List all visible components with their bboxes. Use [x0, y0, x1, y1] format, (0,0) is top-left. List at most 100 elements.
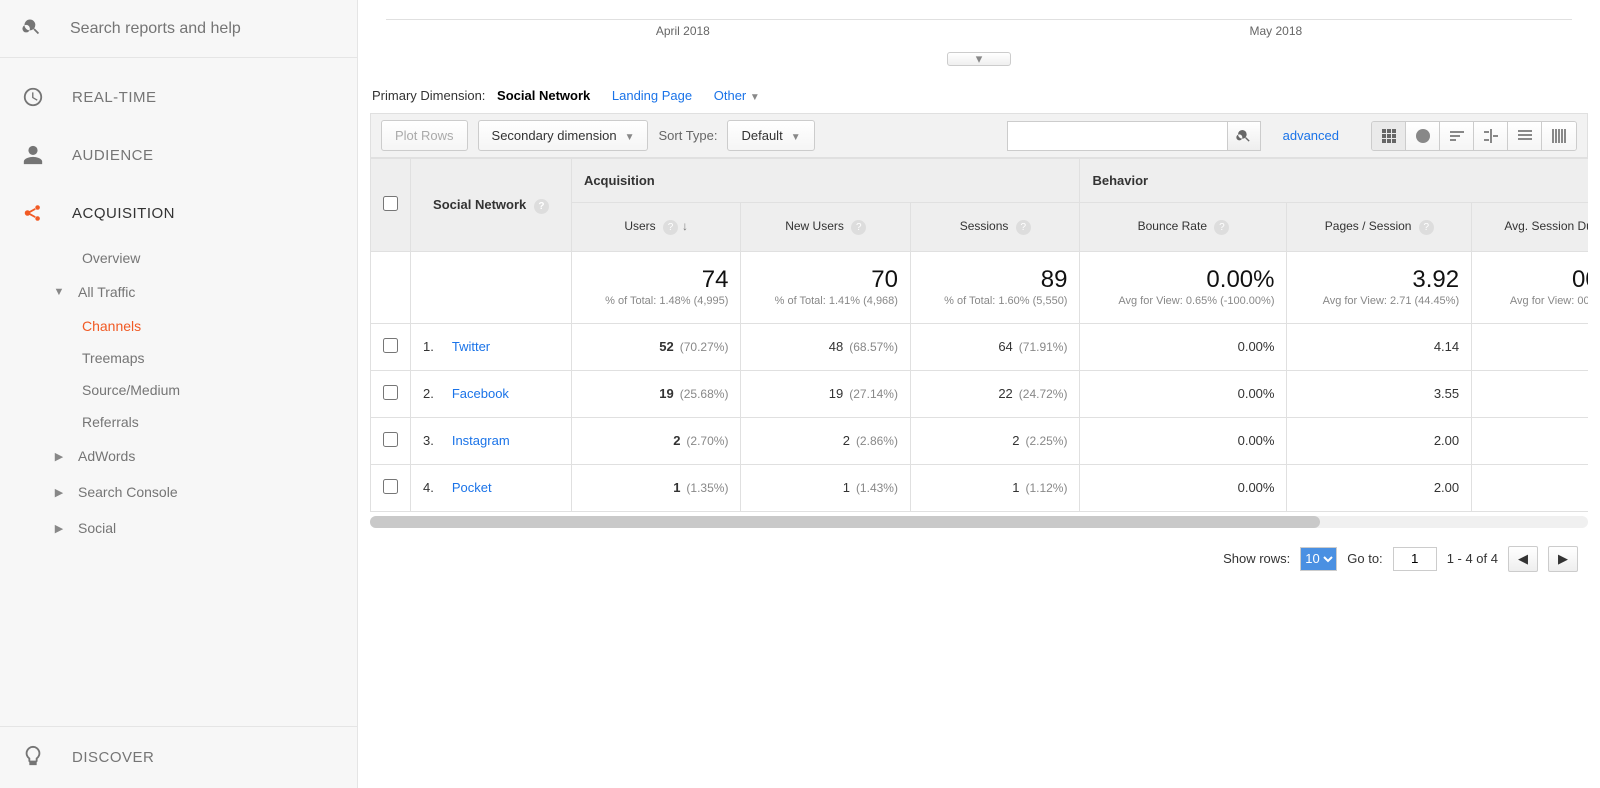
horizontal-scrollbar[interactable]: [370, 516, 1588, 528]
advanced-link[interactable]: advanced: [1283, 128, 1339, 143]
view-table-button[interactable]: [1372, 122, 1406, 150]
search-input[interactable]: [70, 20, 335, 38]
dim-landing-page[interactable]: Landing Page: [612, 88, 692, 103]
sub-social-label: Social: [78, 520, 116, 536]
cell-bounce: 0.00%: [1080, 464, 1287, 511]
view-bar-button[interactable]: [1440, 122, 1474, 150]
table-search: [1007, 121, 1261, 151]
cell-asd: 00:00:00: [1472, 464, 1588, 511]
sub-referrals[interactable]: Referrals: [0, 406, 357, 438]
sub-channels[interactable]: Channels: [0, 310, 357, 342]
help-icon[interactable]: ?: [663, 220, 678, 235]
dim-other[interactable]: Other ▼: [714, 88, 760, 103]
header-checkbox-cell: [371, 159, 411, 252]
cell-pps: 2.00: [1287, 464, 1472, 511]
page-range: 1 - 4 of 4: [1447, 551, 1498, 566]
chart-collapse-toggle[interactable]: ▾: [947, 52, 1011, 66]
sub-treemaps[interactable]: Treemaps: [0, 342, 357, 374]
person-icon: [22, 144, 44, 166]
col-users[interactable]: Users ?↓: [571, 203, 741, 252]
table-row: 4.Pocket1(1.35%)1(1.43%)1(1.12%)0.00%2.0…: [371, 464, 1589, 511]
help-icon[interactable]: ?: [1214, 220, 1229, 235]
help-icon[interactable]: ?: [851, 220, 866, 235]
plot-rows-button[interactable]: Plot Rows: [381, 120, 468, 151]
cell-users: 1(1.35%): [571, 464, 741, 511]
secondary-dimension-button[interactable]: Secondary dimension▼: [478, 120, 649, 151]
nav-acquisition[interactable]: ACQUISITION: [0, 184, 357, 242]
sub-search-console[interactable]: ▶ Search Console: [0, 474, 357, 510]
select-all-checkbox[interactable]: [383, 196, 398, 211]
sub-all-traffic[interactable]: ▼ All Traffic: [0, 274, 357, 310]
cell-sessions: 64(71.91%): [910, 323, 1080, 370]
cell-sessions: 1(1.12%): [910, 464, 1080, 511]
total-bounce: 0.00%Avg for View: 0.65% (-100.00%): [1080, 252, 1287, 324]
cell-bounce: 0.00%: [1080, 370, 1287, 417]
sub-social[interactable]: ▶ Social: [0, 510, 357, 546]
row-link[interactable]: Instagram: [452, 433, 510, 448]
rows-per-page-select[interactable]: 10: [1300, 547, 1337, 571]
row-checkbox[interactable]: [383, 338, 398, 353]
data-table-wrap: Social Network ? Acquisition Behavior Co…: [370, 158, 1588, 512]
cell-new-users: 19(27.14%): [741, 370, 911, 417]
chevron-right-icon: ▶: [52, 486, 66, 499]
caret-down-icon: ▼: [625, 132, 635, 143]
nav-discover[interactable]: DISCOVER: [0, 726, 357, 788]
row-checkbox[interactable]: [383, 385, 398, 400]
primary-dimension-label: Primary Dimension:: [372, 88, 485, 103]
col-sessions[interactable]: Sessions ?: [910, 203, 1080, 252]
show-rows-label: Show rows:: [1223, 551, 1290, 566]
cell-new-users: 1(1.43%): [741, 464, 911, 511]
cell-new-users: 2(2.86%): [741, 417, 911, 464]
help-icon[interactable]: ?: [1016, 220, 1031, 235]
search-row: [0, 0, 357, 58]
cell-users: 19(25.68%): [571, 370, 741, 417]
chevron-down-icon: ▼: [52, 286, 66, 298]
search-icon: [22, 17, 42, 40]
axis-label-1: April 2018: [656, 24, 710, 38]
nav-audience[interactable]: AUDIENCE: [0, 126, 357, 184]
help-icon[interactable]: ?: [534, 199, 549, 214]
col-avg-session-duration[interactable]: Avg. Session Duration ?: [1472, 203, 1588, 252]
col-pages-per-session[interactable]: Pages / Session ?: [1287, 203, 1472, 252]
scrollbar-thumb[interactable]: [370, 516, 1320, 528]
pager: Show rows: 10 Go to: 1 - 4 of 4 ◀ ▶: [358, 532, 1600, 586]
row-link[interactable]: Facebook: [452, 386, 509, 401]
caret-down-icon: ▼: [750, 92, 760, 103]
prev-page-button[interactable]: ◀: [1508, 546, 1538, 572]
view-term-cloud-button[interactable]: [1508, 122, 1542, 150]
row-checkbox[interactable]: [383, 432, 398, 447]
cell-bounce: 0.00%: [1080, 417, 1287, 464]
col-new-users[interactable]: New Users ?: [741, 203, 911, 252]
row-link[interactable]: Pocket: [452, 480, 492, 495]
next-page-button[interactable]: ▶: [1548, 546, 1578, 572]
view-pivot-button[interactable]: [1542, 122, 1576, 150]
col-bounce-rate[interactable]: Bounce Rate ?: [1080, 203, 1287, 252]
sub-search-console-label: Search Console: [78, 484, 178, 500]
table-search-button[interactable]: [1227, 121, 1261, 151]
help-icon[interactable]: ?: [1419, 220, 1434, 235]
view-comparison-button[interactable]: [1474, 122, 1508, 150]
table-search-input[interactable]: [1007, 121, 1227, 151]
sort-default-button[interactable]: Default▼: [727, 120, 814, 151]
cell-sessions: 22(24.72%): [910, 370, 1080, 417]
dim-social-network[interactable]: Social Network: [497, 88, 590, 103]
cell-users: 52(70.27%): [571, 323, 741, 370]
sub-adwords[interactable]: ▶ AdWords: [0, 438, 357, 474]
nav-realtime[interactable]: REAL-TIME: [0, 68, 357, 126]
row-link[interactable]: Twitter: [452, 339, 490, 354]
view-pie-button[interactable]: [1406, 122, 1440, 150]
table-row: 3.Instagram2(2.70%)2(2.86%)2(2.25%)0.00%…: [371, 417, 1589, 464]
sidebar: REAL-TIME AUDIENCE ACQUISITION Overview …: [0, 0, 358, 788]
sub-overview[interactable]: Overview: [0, 242, 357, 274]
goto-input[interactable]: [1393, 547, 1437, 571]
chevron-down-icon: ▾: [976, 51, 983, 67]
caret-down-icon: ▼: [791, 132, 801, 143]
primary-dimension-row: Primary Dimension: Social Network Landin…: [358, 78, 1600, 113]
clock-icon: [22, 86, 44, 108]
row-checkbox[interactable]: [383, 479, 398, 494]
total-asd: 00:00:54Avg for View: 00:00:54 (-0.12%): [1472, 252, 1588, 324]
sub-source-medium[interactable]: Source/Medium: [0, 374, 357, 406]
col-social-network[interactable]: Social Network ?: [411, 159, 572, 252]
cell-pps: 3.55: [1287, 370, 1472, 417]
cell-name: 3.Instagram: [411, 417, 572, 464]
